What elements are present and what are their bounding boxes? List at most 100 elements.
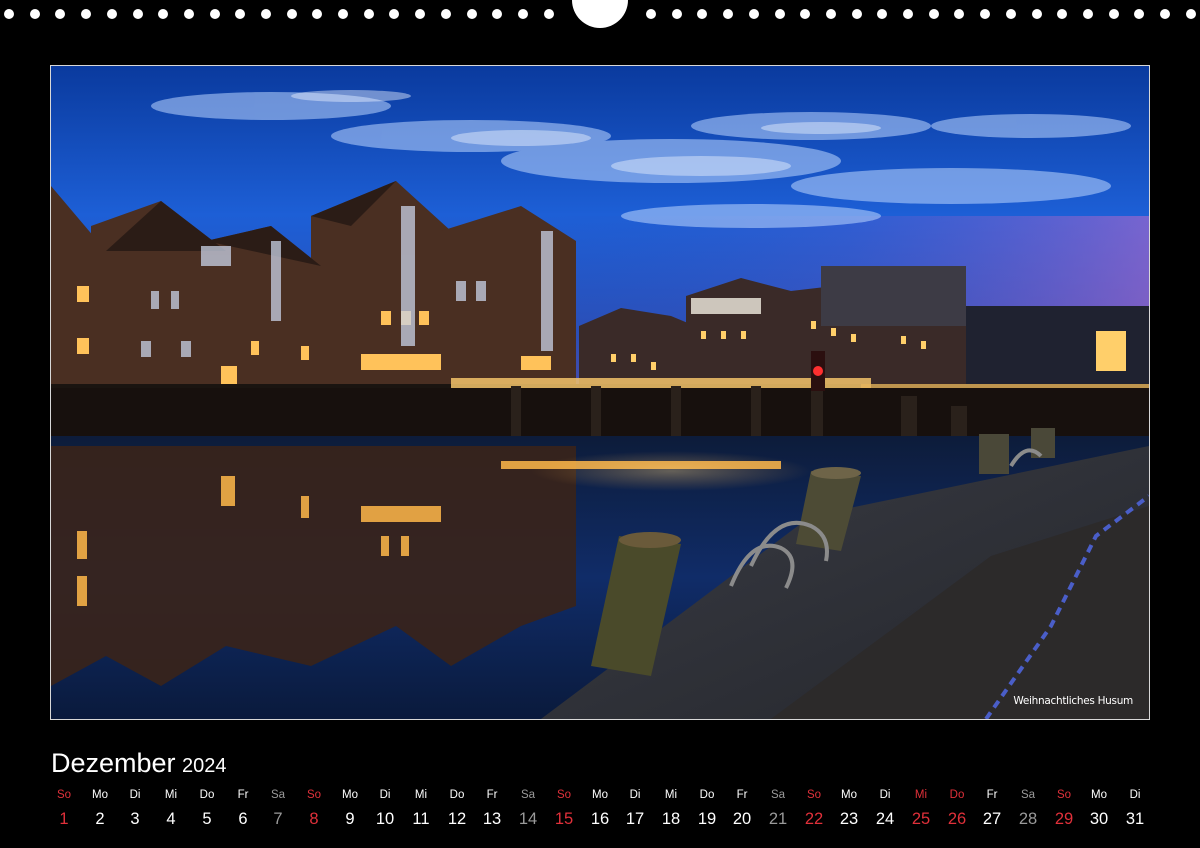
weekday-label: Mi xyxy=(164,789,178,801)
calendar-day: Mo 16 xyxy=(582,786,618,834)
hanger-cutout xyxy=(572,0,628,28)
binding-hole xyxy=(723,9,733,19)
day-number: 2 xyxy=(95,810,105,828)
day-number: 4 xyxy=(166,810,176,828)
calendar-strip: So 1 Mo 2 Di 3 Mi 4 Do 5 Fr 6 Sa 7 So 8 Mo 9 Di 10 Mi 11 Do 12 F… xyxy=(46,786,1154,842)
binding-hole xyxy=(800,9,810,19)
weekday-label: Di xyxy=(879,789,891,801)
day-number: 1 xyxy=(59,810,69,828)
day-number: 24 xyxy=(875,810,895,828)
calendar-day: Mo 30 xyxy=(1081,786,1117,834)
calendar-day: So 8 xyxy=(296,786,332,834)
calendar-day: Fr 6 xyxy=(225,786,261,834)
binding-hole xyxy=(646,9,656,19)
binding-hole xyxy=(1186,9,1196,19)
day-number: 18 xyxy=(661,810,681,828)
binding-hole xyxy=(1057,9,1067,19)
day-number: 26 xyxy=(947,810,967,828)
weekday-label: So xyxy=(56,789,72,801)
spiral-binding xyxy=(0,0,1200,30)
binding-hole xyxy=(364,9,374,19)
weekday-label: Mi xyxy=(664,789,678,801)
day-number: 14 xyxy=(518,810,538,828)
binding-hole xyxy=(903,9,913,19)
weekday-label: Fr xyxy=(486,789,498,801)
weekday-label: Do xyxy=(199,789,215,801)
day-number: 10 xyxy=(375,810,395,828)
binding-hole xyxy=(1134,9,1144,19)
weekday-label: Sa xyxy=(270,789,286,801)
binding-hole xyxy=(133,9,143,19)
day-number: 27 xyxy=(982,810,1002,828)
binding-hole xyxy=(30,9,40,19)
binding-hole xyxy=(954,9,964,19)
weekday-label: Mo xyxy=(592,789,608,801)
binding-hole xyxy=(210,9,220,19)
calendar-day: Sa 21 xyxy=(760,786,796,834)
weekday-label: Di xyxy=(129,789,141,801)
calendar-day: Di 10 xyxy=(367,786,403,834)
calendar-day: Fr 13 xyxy=(474,786,510,834)
weekday-label: Do xyxy=(699,789,715,801)
binding-hole xyxy=(1160,9,1170,19)
calendar-day: Mi 11 xyxy=(403,786,439,834)
calendar-day: Sa 7 xyxy=(260,786,296,834)
binding-hole xyxy=(697,9,707,19)
weekday-label: Do xyxy=(949,789,965,801)
calendar-day: Mo 2 xyxy=(82,786,118,834)
weekday-label: Di xyxy=(1129,789,1141,801)
weekday-label: Sa xyxy=(770,789,786,801)
binding-hole xyxy=(492,9,502,19)
binding-hole xyxy=(929,9,939,19)
day-number: 9 xyxy=(345,810,355,828)
binding-hole xyxy=(467,9,477,19)
weekday-label: So xyxy=(306,789,322,801)
day-number: 12 xyxy=(447,810,467,828)
binding-hole xyxy=(235,9,245,19)
day-number: 28 xyxy=(1018,810,1038,828)
binding-hole xyxy=(826,9,836,19)
binding-hole xyxy=(852,9,862,19)
calendar-day: So 29 xyxy=(1046,786,1082,834)
calendar-day: Sa 28 xyxy=(1010,786,1046,834)
weekday-label: Mi xyxy=(414,789,428,801)
weekday-label: Di xyxy=(629,789,641,801)
binding-hole xyxy=(749,9,759,19)
binding-hole xyxy=(1006,9,1016,19)
weekday-label: So xyxy=(556,789,572,801)
binding-hole xyxy=(980,9,990,19)
harbour-night-scene xyxy=(51,66,1149,719)
weekday-label: Mo xyxy=(92,789,108,801)
weekday-label: Fr xyxy=(237,789,249,801)
binding-hole xyxy=(107,9,117,19)
binding-hole xyxy=(158,9,168,19)
weekday-label: Mo xyxy=(342,789,358,801)
calendar-day: Mi 4 xyxy=(153,786,189,834)
binding-hole xyxy=(81,9,91,19)
binding-hole xyxy=(441,9,451,19)
day-number: 15 xyxy=(554,810,574,828)
photo-caption: Weihnachtliches Husum xyxy=(1013,695,1133,707)
day-number: 16 xyxy=(590,810,610,828)
calendar-day: Fr 20 xyxy=(724,786,760,834)
day-number: 7 xyxy=(273,810,283,828)
binding-hole xyxy=(184,9,194,19)
binding-hole xyxy=(1109,9,1119,19)
binding-hole xyxy=(544,9,554,19)
binding-hole xyxy=(1083,9,1093,19)
day-number: 19 xyxy=(697,810,717,828)
weekday-label: Sa xyxy=(1020,789,1036,801)
day-number: 31 xyxy=(1125,810,1145,828)
weekday-label: Mo xyxy=(1091,789,1107,801)
calendar-day: Di 3 xyxy=(117,786,153,834)
weekday-label: Do xyxy=(449,789,465,801)
weekday-label: Sa xyxy=(520,789,536,801)
day-number: 13 xyxy=(482,810,502,828)
day-number: 20 xyxy=(732,810,752,828)
binding-hole xyxy=(312,9,322,19)
calendar-day: So 15 xyxy=(546,786,582,834)
calendar-day: Mo 9 xyxy=(332,786,368,834)
day-number: 30 xyxy=(1089,810,1109,828)
calendar-day: So 1 xyxy=(46,786,82,834)
binding-hole xyxy=(389,9,399,19)
